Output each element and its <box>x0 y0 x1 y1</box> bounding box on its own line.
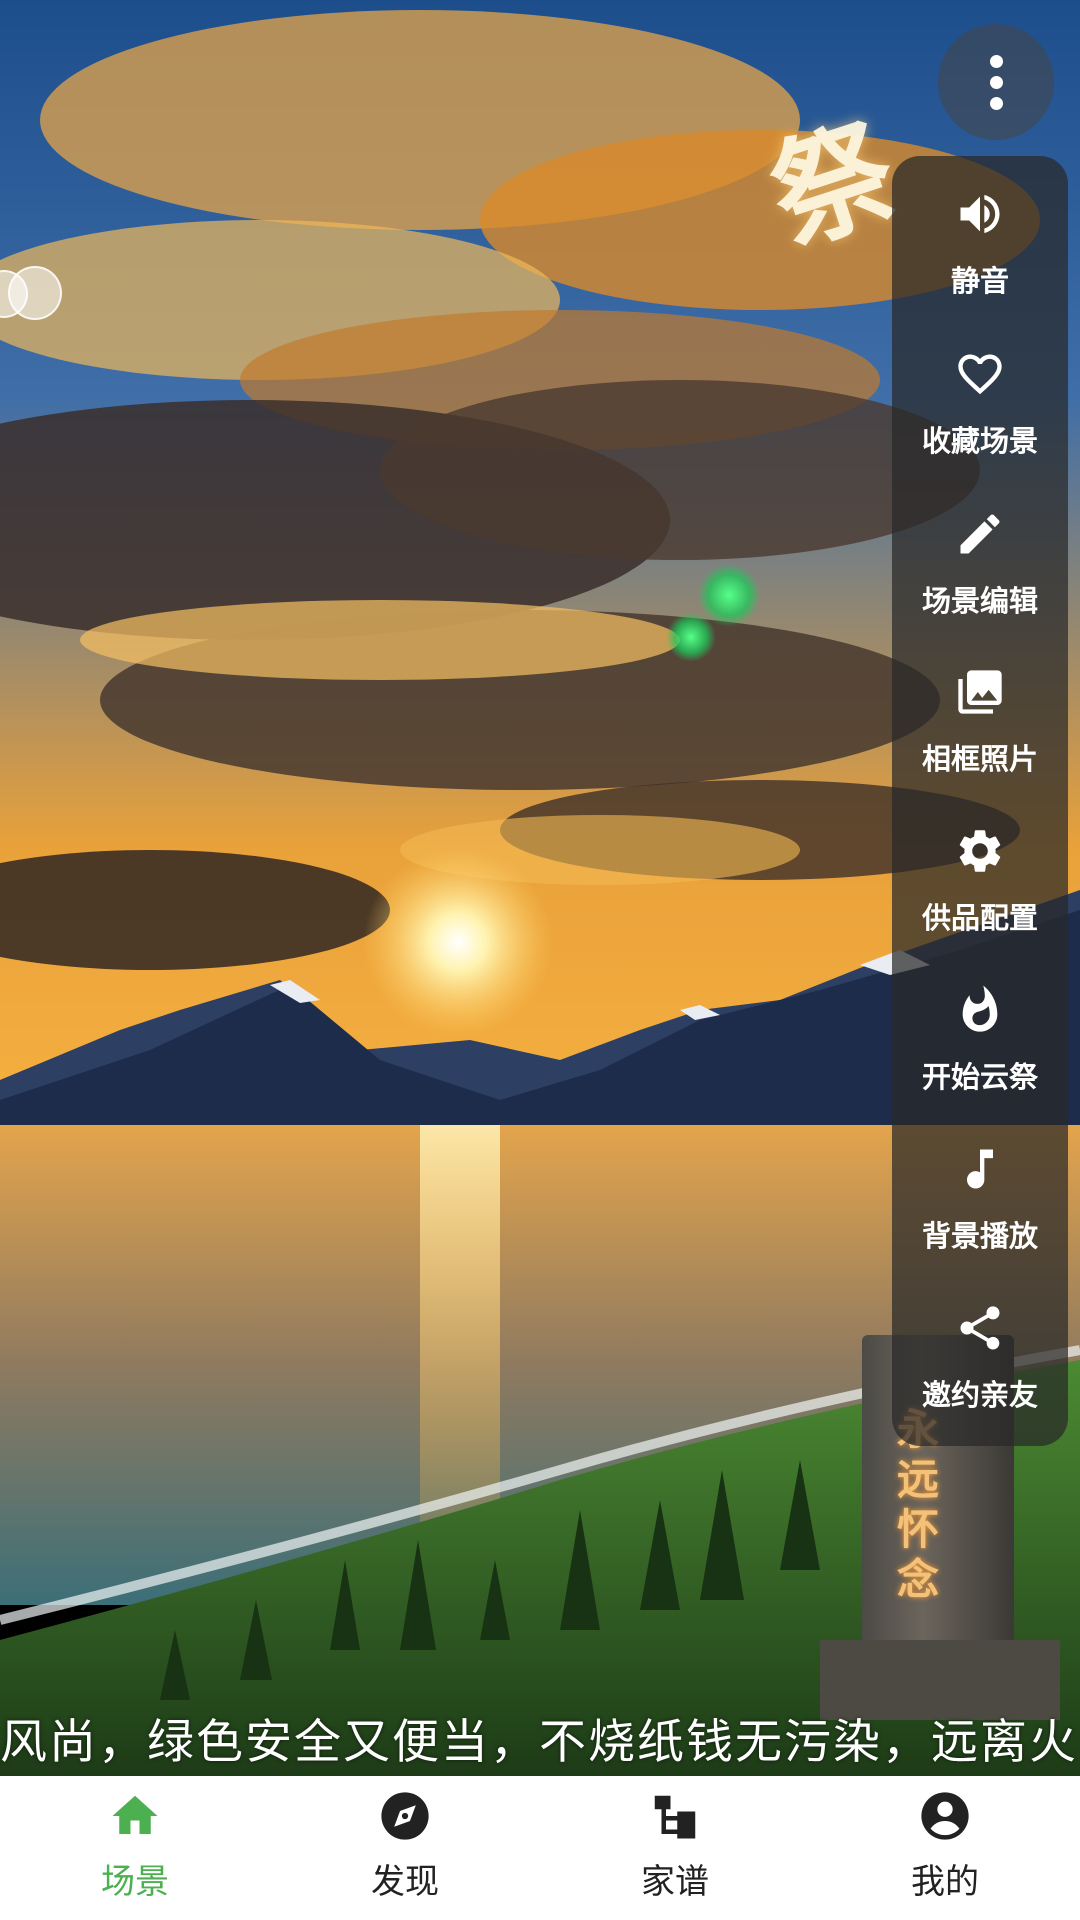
tab-scene[interactable]: 场景 <box>0 1776 270 1920</box>
scrolling-notice: 风尚，绿色安全又便当，不烧纸钱无污染，远离火 <box>0 1715 1078 1770</box>
account-icon <box>917 1788 973 1844</box>
heart-icon <box>952 346 1008 402</box>
green-light-orb <box>666 612 716 662</box>
side-item-start-cloud-worship[interactable]: 开始云祭 <box>892 952 1068 1102</box>
floating-bubbles <box>0 262 80 342</box>
home-icon <box>107 1788 163 1844</box>
side-item-edit-scene[interactable]: 场景编辑 <box>892 476 1068 626</box>
more-dots-icon <box>989 54 1003 68</box>
side-item-offerings-config[interactable]: 供品配置 <box>892 793 1068 943</box>
tab-label: 我的 <box>911 1862 979 1902</box>
tab-label: 家谱 <box>641 1862 709 1902</box>
more-options-button[interactable] <box>938 24 1054 140</box>
side-item-label: 收藏场景 <box>921 424 1038 458</box>
side-item-favorite-scene[interactable]: 收藏场景 <box>892 316 1068 466</box>
music-note-icon <box>952 1141 1008 1197</box>
side-item-frame-photos[interactable]: 相框照片 <box>892 634 1068 784</box>
compass-icon <box>377 1788 433 1844</box>
side-item-invite-friends[interactable]: 邀约亲友 <box>892 1270 1068 1420</box>
flame-icon <box>952 982 1008 1038</box>
family-tree-icon <box>647 1788 703 1844</box>
tab-mine[interactable]: 我的 <box>810 1776 1080 1920</box>
side-item-label: 静音 <box>950 264 1009 298</box>
gear-icon <box>952 823 1008 879</box>
side-item-label: 邀约亲友 <box>921 1378 1038 1412</box>
share-icon <box>952 1300 1008 1356</box>
side-item-mute[interactable]: 静音 <box>892 156 1068 306</box>
side-action-panel: 静音 收藏场景 场景编辑 相框照片 供品配置 开始云祭 背景播放 邀约亲友 <box>892 156 1068 1446</box>
volume-icon <box>952 186 1008 242</box>
pencil-icon <box>952 506 1008 562</box>
memorial-stone-base <box>820 1640 1060 1720</box>
tab-discover[interactable]: 发现 <box>270 1776 540 1920</box>
side-item-label: 场景编辑 <box>921 584 1038 618</box>
photo-icon <box>952 664 1008 720</box>
side-item-label: 背景播放 <box>921 1219 1038 1253</box>
side-item-label: 开始云祭 <box>921 1060 1038 1094</box>
tab-label: 场景 <box>101 1862 169 1902</box>
tab-label: 发现 <box>371 1862 439 1902</box>
side-item-label: 相框照片 <box>921 742 1038 776</box>
bottom-navigation: 场景 发现 家谱 我的 <box>0 1776 1080 1920</box>
tab-family-tree[interactable]: 家谱 <box>540 1776 810 1920</box>
side-item-background-play[interactable]: 背景播放 <box>892 1111 1068 1261</box>
side-item-label: 供品配置 <box>921 901 1038 935</box>
